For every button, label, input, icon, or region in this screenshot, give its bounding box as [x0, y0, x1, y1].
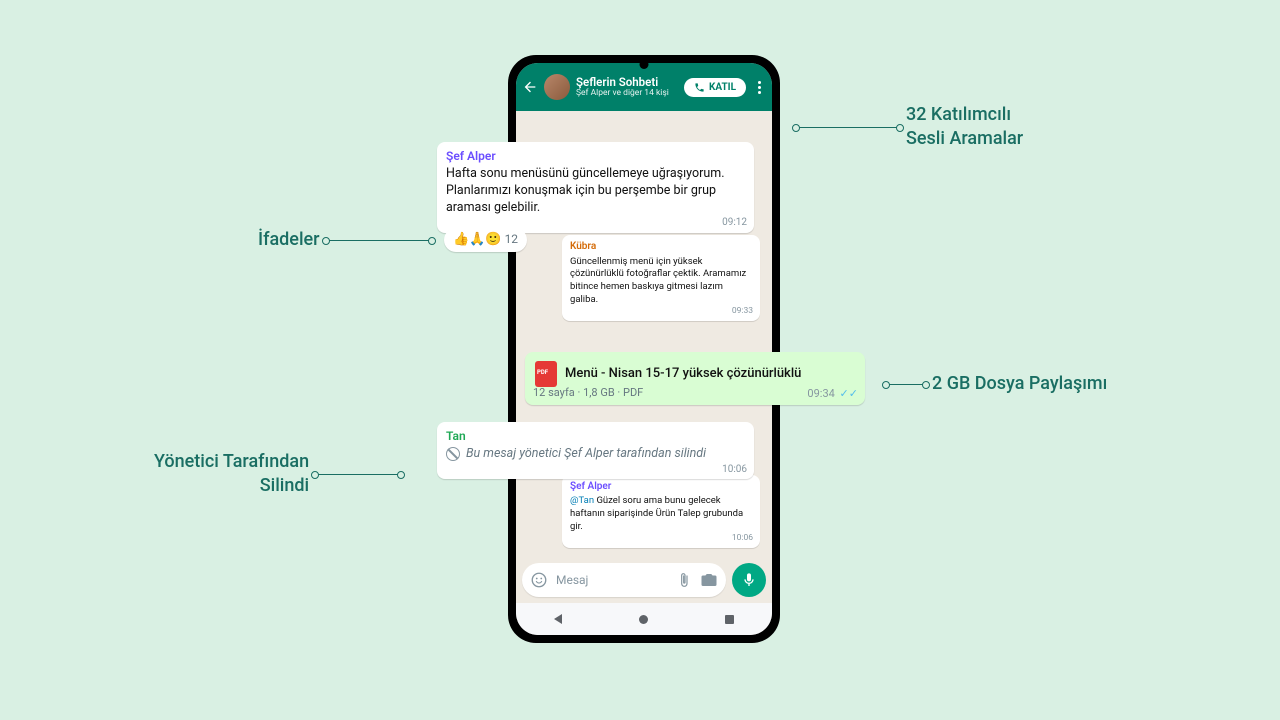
android-nav	[516, 603, 772, 635]
callout-label: Yönetici Tarafından Silindi	[154, 450, 309, 499]
chat-subtitle: Şef Alper ve diğer 14 kişi	[576, 89, 678, 98]
pdf-icon	[535, 361, 557, 387]
more-menu-icon[interactable]	[752, 81, 766, 94]
reactions-emojis: 👍🙏🙂	[453, 232, 502, 247]
deleted-text: Bu mesaj yönetici Şef Alper tarafından s…	[466, 446, 706, 463]
callout-file: 2 GB Dosya Paylaşımı	[880, 372, 1107, 396]
join-label: KATIL	[709, 82, 736, 93]
callout-label: 32 Katılımcılı Sesli Aramalar	[906, 103, 1023, 152]
input-bar: Mesaj	[516, 557, 772, 603]
message-time: 09:12	[722, 216, 747, 230]
callout-voice: 32 Katılımcılı Sesli Aramalar	[790, 103, 1023, 152]
file-time: 09:34	[807, 387, 834, 400]
phone-icon	[694, 82, 705, 93]
chat-header: Şeflerin Sohbeti Şef Alper ve diğer 14 k…	[516, 63, 772, 111]
emoji-icon[interactable]	[530, 571, 548, 589]
nav-recents-icon[interactable]	[725, 615, 734, 624]
callout-label: İfadeler	[258, 228, 320, 252]
group-avatar[interactable]	[544, 74, 570, 100]
mic-button[interactable]	[732, 563, 766, 597]
message-time: 09:33	[732, 306, 753, 317]
back-icon[interactable]	[522, 79, 538, 95]
sender-label: Tan	[446, 428, 745, 444]
reactions-pill[interactable]: 👍🙏🙂12	[444, 228, 527, 252]
message-time: 10:06	[722, 463, 747, 477]
message-text: Güzel soru ama bunu gelecek haftanın sip…	[570, 495, 743, 532]
nav-back-icon[interactable]	[554, 614, 562, 624]
message-time: 10:06	[732, 533, 753, 544]
camera-notch	[640, 60, 649, 69]
message-deleted[interactable]: Tan Bu mesaj yönetici Şef Alper tarafınd…	[437, 422, 754, 479]
message-kubra[interactable]: Kübra Güncellenmiş menü için yüksek çözü…	[562, 235, 760, 321]
input-placeholder: Mesaj	[556, 573, 668, 587]
attach-icon[interactable]	[676, 572, 692, 588]
sender-label: Şef Alper	[570, 480, 752, 494]
callout-label: 2 GB Dosya Paylaşımı	[932, 372, 1107, 396]
read-checks-icon: ✓✓	[837, 387, 858, 400]
file-meta: 12 sayfa · 1,8 GB · PDF	[533, 386, 643, 401]
message-alper-2[interactable]: Şef Alper @Tan Güzel soru ama bunu gelec…	[562, 475, 760, 548]
message-input[interactable]: Mesaj	[522, 563, 726, 597]
callout-deleted: Yönetici Tarafından Silindi	[154, 450, 407, 499]
reactions-count: 12	[505, 232, 519, 246]
nav-home-icon[interactable]	[639, 615, 648, 624]
callout-reactions: İfadeler	[258, 228, 438, 252]
message-text: Hafta sonu menüsünü güncellemeye uğraşıy…	[446, 166, 725, 215]
camera-icon[interactable]	[700, 571, 718, 589]
mention[interactable]: @Tan	[570, 495, 594, 506]
file-name: Menü - Nisan 15-17 yüksek çözünürlüklü	[565, 365, 801, 383]
sender-label: Kübra	[570, 240, 752, 254]
file-message[interactable]: Menü - Nisan 15-17 yüksek çözünürlüklü 1…	[525, 352, 865, 405]
mic-icon	[741, 572, 757, 588]
deleted-icon	[446, 447, 460, 461]
sender-label: Şef Alper	[446, 148, 745, 164]
message-alper-1[interactable]: Şef Alper Hafta sonu menüsünü güncelleme…	[437, 142, 754, 233]
join-call-button[interactable]: KATIL	[684, 78, 746, 97]
chat-title-block[interactable]: Şeflerin Sohbeti Şef Alper ve diğer 14 k…	[576, 76, 678, 98]
message-text: Güncellenmiş menü için yüksek çözünürlük…	[570, 256, 746, 305]
chat-title: Şeflerin Sohbeti	[576, 76, 678, 89]
